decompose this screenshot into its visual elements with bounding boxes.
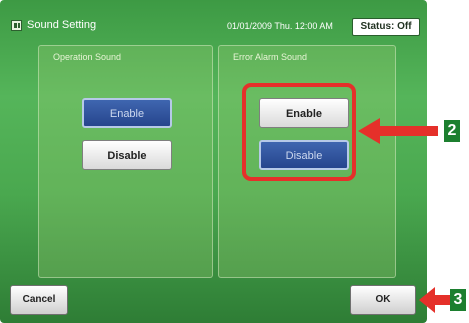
panel-icon bbox=[11, 20, 22, 31]
status-badge: Status: Off bbox=[352, 18, 420, 36]
callout-arrow-left-icon bbox=[419, 287, 454, 313]
title-bar: Sound Setting 01/01/2009 Thu. 12:00 AM S… bbox=[0, 0, 427, 40]
highlight-box bbox=[242, 83, 356, 181]
operation-sound-enable-button[interactable]: Enable bbox=[82, 98, 172, 128]
operation-sound-disable-button[interactable]: Disable bbox=[82, 140, 172, 170]
cancel-button[interactable]: Cancel bbox=[10, 285, 68, 315]
error-alarm-sound-label: Error Alarm Sound bbox=[233, 52, 308, 62]
callout-arrow-left-icon bbox=[358, 118, 438, 144]
window-title: Sound Setting bbox=[27, 19, 97, 31]
date-time-display: 01/01/2009 Thu. 12:00 AM bbox=[227, 21, 333, 31]
sound-setting-screen: Sound Setting 01/01/2009 Thu. 12:00 AM S… bbox=[0, 0, 427, 323]
operation-sound-label: Operation Sound bbox=[53, 52, 122, 62]
operation-sound-panel: Operation Sound Enable Disable bbox=[38, 45, 213, 278]
callout-step-3: 3 bbox=[450, 289, 466, 311]
ok-button[interactable]: OK bbox=[350, 285, 416, 315]
callout-step-2: 2 bbox=[444, 120, 460, 142]
